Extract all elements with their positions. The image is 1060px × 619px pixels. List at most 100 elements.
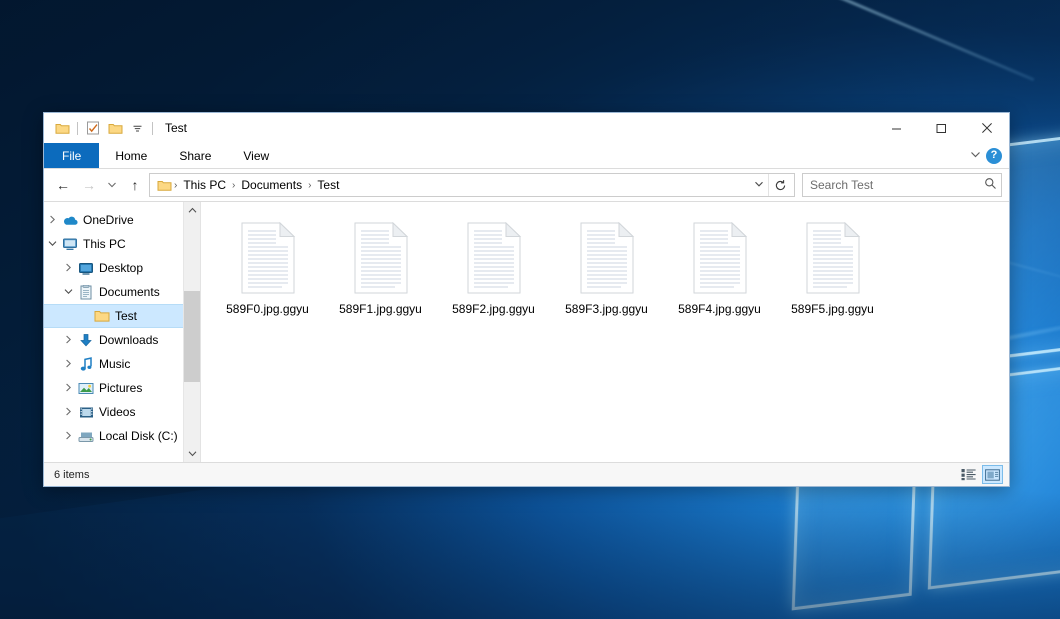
toolbar-separator: [77, 122, 78, 135]
sidebar-item-videos[interactable]: Videos: [44, 400, 200, 424]
tab-share[interactable]: Share: [163, 143, 227, 168]
up-button[interactable]: ↑: [123, 173, 147, 197]
documents-icon: [76, 285, 96, 300]
file-name-label: 589F2.jpg.ggyu: [452, 302, 535, 316]
file-items-container: 589F0.jpg.ggyu 589F1.j: [211, 216, 1009, 320]
folder-icon[interactable]: [51, 117, 73, 139]
address-bar[interactable]: › This PC › Documents › Test: [149, 173, 795, 197]
title-bar: Test: [44, 113, 1009, 143]
generic-document-icon: [804, 222, 862, 294]
search-box[interactable]: [802, 173, 1002, 197]
sidebar-item-this-pc[interactable]: This PC: [44, 232, 200, 256]
file-name-label: 589F3.jpg.ggyu: [565, 302, 648, 316]
chevron-right-icon[interactable]: [60, 335, 76, 346]
scroll-up-arrow-icon[interactable]: [184, 202, 201, 219]
sidebar-item-pictures[interactable]: Pictures: [44, 376, 200, 400]
videos-film-icon: [76, 406, 96, 419]
sidebar-item-downloads[interactable]: Downloads: [44, 328, 200, 352]
sidebar-item-desktop[interactable]: Desktop: [44, 256, 200, 280]
tab-home[interactable]: Home: [99, 143, 163, 168]
chevron-right-icon[interactable]: [60, 431, 76, 442]
sidebar-item-music[interactable]: Music: [44, 352, 200, 376]
back-button[interactable]: ←: [51, 173, 75, 197]
folder-icon: [155, 179, 173, 192]
sidebar-item-onedrive[interactable]: OneDrive: [44, 208, 200, 232]
chevron-right-icon[interactable]: [60, 407, 76, 418]
tab-file[interactable]: File: [44, 143, 99, 168]
file-item[interactable]: 589F2.jpg.ggyu: [437, 216, 550, 320]
help-button[interactable]: ?: [986, 148, 1002, 164]
sidebar-item-label: OneDrive: [80, 213, 134, 227]
view-mode-buttons: [958, 465, 1003, 484]
properties-check-icon[interactable]: [82, 117, 104, 139]
file-explorer-window: Test File Home Share View: [43, 112, 1010, 487]
chevron-down-icon[interactable]: [60, 287, 76, 298]
this-pc-monitor-icon: [60, 237, 80, 251]
sidebar-item-label: Videos: [96, 405, 135, 419]
address-bar-row: ← → ↑ › This PC › Documents › Test: [44, 169, 1009, 201]
chevron-down-icon[interactable]: [750, 179, 768, 192]
sidebar-item-documents[interactable]: Documents: [44, 280, 200, 304]
folder-tree: OneDrive This PC: [44, 202, 200, 448]
file-item[interactable]: 589F0.jpg.ggyu: [211, 216, 324, 320]
file-name-label: 589F0.jpg.ggyu: [226, 302, 309, 316]
large-icons-view-button[interactable]: [982, 465, 1003, 484]
chevron-down-icon[interactable]: [44, 239, 60, 250]
chevron-right-icon[interactable]: [60, 359, 76, 370]
close-button[interactable]: [964, 113, 1009, 143]
desktop-icon: [76, 262, 96, 275]
sidebar-item-label: Test: [112, 309, 137, 323]
details-view-button[interactable]: [958, 465, 979, 484]
scrollbar-track[interactable]: [184, 219, 201, 445]
minimize-button[interactable]: [874, 113, 919, 143]
scrollbar-thumb[interactable]: [184, 291, 201, 381]
chevron-right-icon[interactable]: [44, 215, 60, 226]
generic-document-icon: [578, 222, 636, 294]
chevron-right-icon[interactable]: [60, 263, 76, 274]
sidebar-item-local-disk-c[interactable]: Local Disk (C:): [44, 424, 200, 448]
recent-locations-button[interactable]: [103, 173, 121, 197]
breadcrumb-item-documents[interactable]: Documents: [236, 178, 307, 192]
item-count-label: 6 items: [54, 469, 89, 481]
file-item[interactable]: 589F4.jpg.ggyu: [663, 216, 776, 320]
window-controls: [874, 113, 1009, 143]
breadcrumb-item-this-pc[interactable]: This PC: [178, 178, 231, 192]
search-icon[interactable]: [984, 177, 997, 193]
sidebar-item-label: Local Disk (C:): [96, 429, 178, 443]
onedrive-cloud-icon: [60, 214, 80, 227]
breadcrumb-item-test[interactable]: Test: [312, 178, 344, 192]
file-name-label: 589F4.jpg.ggyu: [678, 302, 761, 316]
breadcrumb: › This PC › Documents › Test: [173, 178, 750, 192]
status-bar: 6 items: [44, 462, 1009, 486]
sidebar-item-label: Pictures: [96, 381, 142, 395]
ribbon-right-controls: ?: [969, 143, 1009, 168]
chevron-down-icon[interactable]: [126, 117, 148, 139]
scroll-down-arrow-icon[interactable]: [184, 445, 201, 462]
local-disk-icon: [76, 430, 96, 443]
chevron-down-icon[interactable]: [969, 148, 982, 164]
new-folder-icon[interactable]: [104, 117, 126, 139]
file-item[interactable]: 589F1.jpg.ggyu: [324, 216, 437, 320]
tab-view[interactable]: View: [227, 143, 285, 168]
forward-button[interactable]: →: [77, 173, 101, 197]
sidebar-item-label: Desktop: [96, 261, 143, 275]
sidebar-item-label: This PC: [80, 237, 126, 251]
refresh-button[interactable]: [768, 174, 792, 196]
file-name-label: 589F1.jpg.ggyu: [339, 302, 422, 316]
search-input[interactable]: [810, 178, 984, 192]
window-title: Test: [165, 121, 187, 135]
sidebar-item-label: Documents: [96, 285, 160, 299]
quick-access-toolbar: [51, 117, 157, 139]
sidebar-item-label: Downloads: [96, 333, 158, 347]
ribbon-tab-bar: File Home Share View ?: [44, 143, 1009, 169]
file-item[interactable]: 589F3.jpg.ggyu: [550, 216, 663, 320]
file-item[interactable]: 589F5.jpg.ggyu: [776, 216, 889, 320]
chevron-right-icon[interactable]: [60, 383, 76, 394]
file-list-view[interactable]: 589F0.jpg.ggyu 589F1.j: [201, 202, 1009, 462]
sidebar-scrollbar[interactable]: [183, 202, 200, 462]
sidebar-item-label: Music: [96, 357, 130, 371]
maximize-button[interactable]: [919, 113, 964, 143]
pictures-icon: [76, 382, 96, 395]
sidebar-item-test[interactable]: Test: [44, 304, 200, 328]
generic-document-icon: [239, 222, 297, 294]
